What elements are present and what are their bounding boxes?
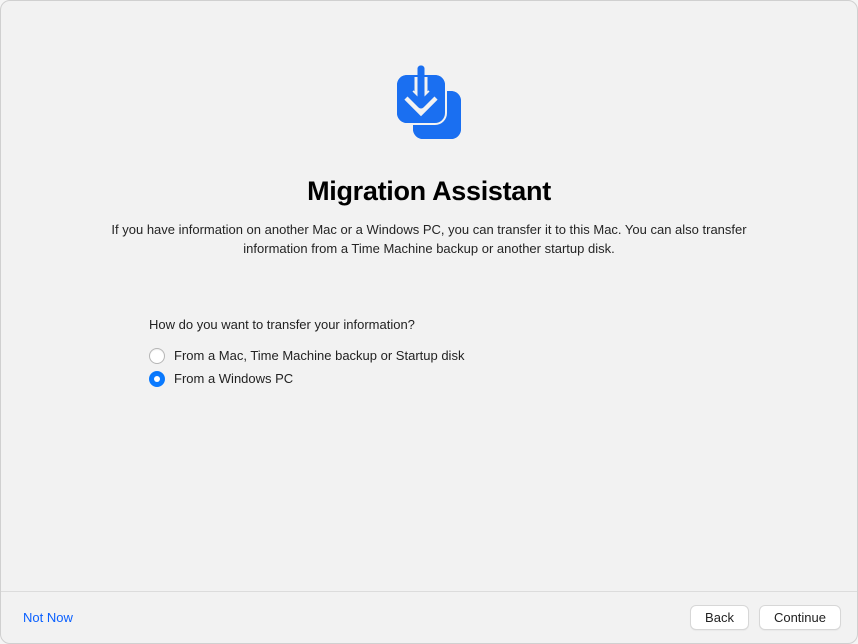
transfer-question: How do you want to transfer your informa… — [149, 317, 709, 332]
migration-assistant-window: Migration Assistant If you have informat… — [0, 0, 858, 644]
radio-icon — [149, 371, 165, 387]
main-content: Migration Assistant If you have informat… — [1, 1, 857, 591]
transfer-form: How do you want to transfer your informa… — [149, 317, 709, 387]
option-from-mac[interactable]: From a Mac, Time Machine backup or Start… — [149, 348, 709, 364]
migration-icon — [383, 61, 475, 158]
transfer-options: From a Mac, Time Machine backup or Start… — [149, 348, 709, 387]
continue-button[interactable]: Continue — [759, 605, 841, 630]
option-label: From a Mac, Time Machine backup or Start… — [174, 348, 464, 363]
option-from-windows[interactable]: From a Windows PC — [149, 371, 709, 387]
radio-icon — [149, 348, 165, 364]
option-label: From a Windows PC — [174, 371, 293, 386]
page-title: Migration Assistant — [307, 176, 551, 207]
footer-buttons: Back Continue — [690, 605, 841, 630]
footer-bar: Not Now Back Continue — [1, 591, 857, 643]
page-description: If you have information on another Mac o… — [104, 221, 754, 259]
not-now-link[interactable]: Not Now — [23, 610, 73, 625]
back-button[interactable]: Back — [690, 605, 749, 630]
